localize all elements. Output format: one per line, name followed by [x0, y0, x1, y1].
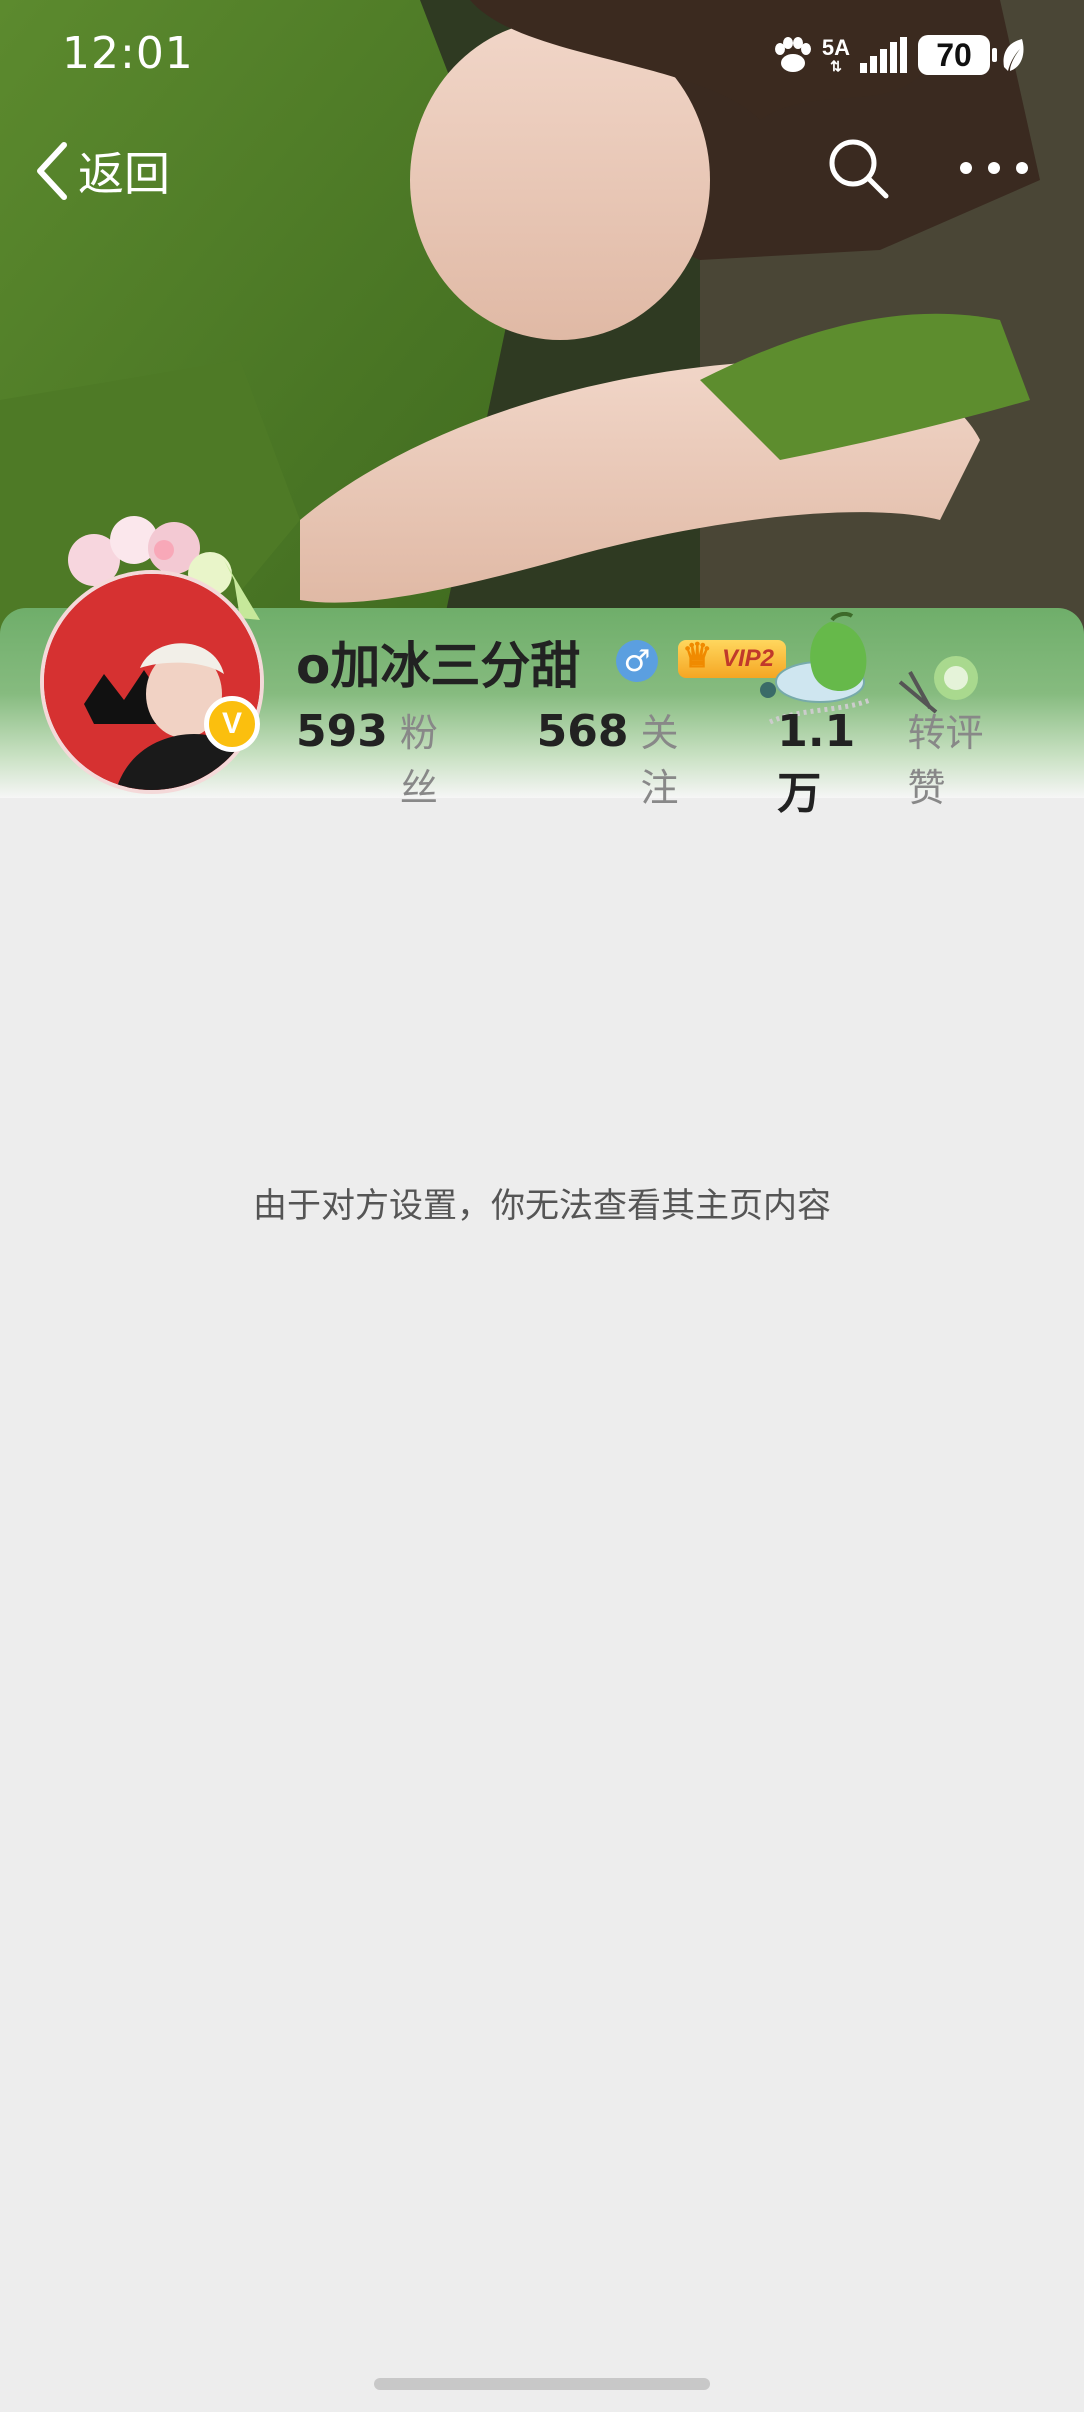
battery-level: 70 [936, 36, 972, 73]
followers-stat[interactable]: 593 粉丝 [296, 702, 471, 812]
following-count: 568 [536, 706, 629, 757]
verified-badge-icon: V [204, 696, 260, 752]
back-label: 返回 [78, 147, 170, 201]
likes-stat[interactable]: 1.1万 转评赞 [777, 702, 1018, 821]
following-stat[interactable]: 568 关注 [537, 702, 712, 812]
male-gender-icon: ♂ [616, 640, 658, 682]
likes-label: 转评赞 [907, 711, 984, 810]
following-label: 关注 [640, 711, 679, 810]
crown-icon: ♛ [682, 637, 713, 675]
leaf-icon [1003, 39, 1024, 71]
paw-icon [774, 37, 811, 72]
top-nav: 返回 [0, 120, 1084, 220]
status-icons: 5A ⇅ 70 [772, 30, 1026, 80]
search-icon[interactable] [826, 136, 890, 200]
profile-stats: 593 粉丝 568 关注 1.1万 转评赞 [296, 702, 1084, 819]
privacy-notice: 由于对方设置，你无法查看其主页内容 [253, 1186, 831, 1226]
status-bar: 12:01 5A ⇅ 70 [0, 0, 1084, 110]
data-arrows-icon: ⇅ [830, 58, 842, 74]
username: o加冰三分甜 [296, 637, 581, 695]
avatar-photo [44, 574, 260, 790]
chevron-left-icon [37, 142, 67, 200]
followers-label: 粉丝 [399, 711, 438, 810]
signal-icon [860, 37, 907, 73]
battery-icon: 70 [918, 35, 997, 75]
home-indicator[interactable] [374, 2378, 710, 2390]
network-type-label: 5A [821, 35, 850, 60]
followers-count: 593 [296, 706, 388, 757]
avatar-container[interactable]: V [34, 500, 274, 794]
avatar[interactable] [40, 570, 264, 794]
status-time: 12:01 [62, 28, 194, 79]
back-button[interactable]: 返回 [34, 138, 170, 204]
more-icon[interactable] [956, 136, 1032, 200]
likes-count: 1.1万 [777, 706, 856, 819]
